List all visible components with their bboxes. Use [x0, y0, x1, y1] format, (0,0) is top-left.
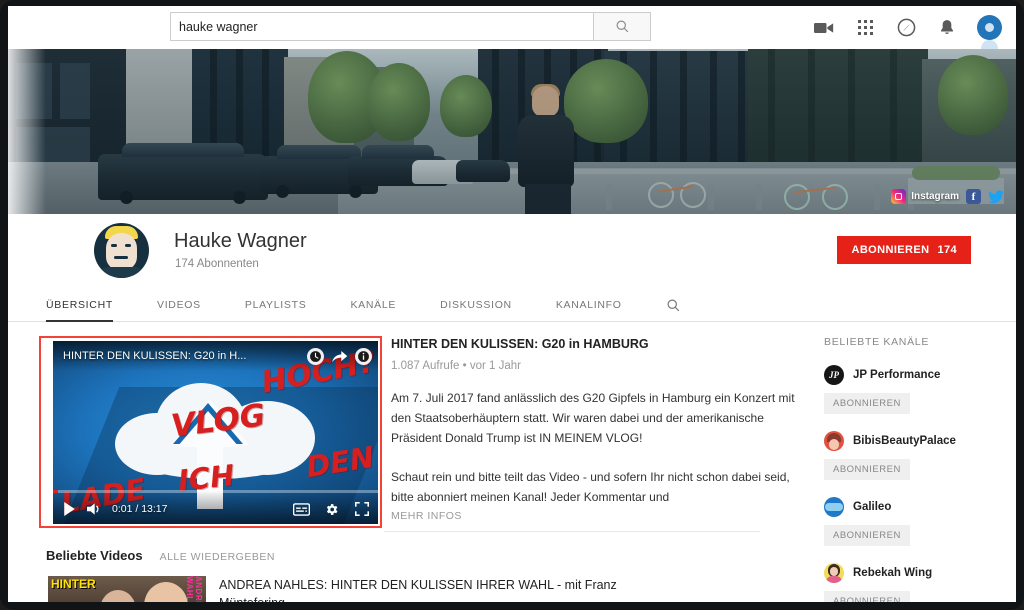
player-video-title: HINTER DEN KULISSEN: G20 in H... [63, 350, 247, 362]
player-top-bar: HINTER DEN KULISSEN: G20 in H... [53, 341, 378, 371]
volume-icon[interactable] [85, 500, 104, 519]
channel-header: Hauke Wagner 174 Abonnenten ABONNIEREN 1… [8, 214, 1016, 286]
subscribe-button[interactable]: ABONNIEREN 174 [837, 236, 971, 264]
messages-icon[interactable] [895, 17, 917, 39]
video-thumbnail[interactable]: HINTER ANDREA WAHL [48, 576, 206, 602]
sidebar: BELIEBTE KANÄLE JP JP Performance ABONNI… [808, 336, 998, 602]
watch-later-icon[interactable] [307, 347, 324, 365]
video-camera-icon[interactable] [813, 17, 835, 39]
youtube-channel-page: Instagram f Hauke Wagner 174 Abonnenten … [8, 6, 1016, 602]
sidebar-subscribe-button[interactable]: ABONNIEREN [824, 525, 910, 546]
banner-tint [8, 49, 1016, 214]
tab-videos[interactable]: VIDEOS [157, 299, 201, 321]
thumbnail-overlay-text: HINTER [51, 577, 96, 591]
subtitles-icon[interactable] [292, 500, 311, 519]
sidebar-subscribe-button[interactable]: ABONNIEREN [824, 393, 910, 414]
screenshot-frame: Instagram f Hauke Wagner 174 Abonnenten … [0, 0, 1024, 610]
sidebar-item-bibisbeautypalace: BibisBeautyPalace ABONNIEREN [824, 431, 998, 480]
subscribe-label: ABONNIEREN [851, 244, 930, 256]
channel-avatar-icon[interactable] [824, 497, 844, 517]
banner-fade [8, 49, 46, 214]
tab-playlists[interactable]: PLAYLISTS [245, 299, 307, 321]
sidebar-channel-name[interactable]: JP Performance [853, 369, 940, 381]
instagram-label: Instagram [911, 191, 959, 202]
instagram-link[interactable]: Instagram [891, 189, 959, 204]
tab-kanaele[interactable]: KANÄLE [350, 299, 396, 321]
thumbnail-side-text: ANDREA WAHL [185, 576, 203, 602]
progress-bar[interactable] [53, 490, 378, 493]
masthead [8, 6, 1016, 49]
popular-video-item: HINTER ANDREA WAHL ANDREA NAHLES: HINTER… [48, 576, 649, 602]
popular-video-title[interactable]: ANDREA NAHLES: HINTER DEN KULISSEN IHRER… [219, 576, 649, 602]
channel-search-icon[interactable] [666, 298, 681, 321]
channel-avatar-icon[interactable] [824, 563, 844, 583]
facebook-icon[interactable]: f [966, 189, 981, 204]
channel-avatar-icon[interactable]: JP [824, 365, 844, 385]
popular-videos-header: Beliebte Videos ALLE WIEDERGEBEN [46, 548, 275, 563]
subscriber-count: 174 Abonnenten [175, 258, 259, 270]
featured-info: HINTER DEN KULISSEN: G20 in HAMBURG 1.08… [378, 336, 808, 524]
featured-video-meta: 1.087 Aufrufe • vor 1 Jahr [391, 360, 521, 372]
share-icon[interactable] [331, 348, 348, 365]
subscribe-count: 174 [937, 244, 957, 256]
sidebar-heading: BELIEBTE KANÄLE [824, 336, 930, 348]
sidebar-subscribe-button[interactable]: ABONNIEREN [824, 459, 910, 480]
featured-video-description: Am 7. Juli 2017 fand anlässlich des G20 … [391, 391, 795, 504]
fullscreen-icon[interactable] [352, 500, 371, 519]
search-icon [615, 19, 630, 34]
channel-avatar[interactable] [94, 223, 149, 278]
settings-gear-icon[interactable] [322, 500, 341, 519]
masthead-icons [813, 6, 1002, 49]
tab-uebersicht[interactable]: ÜBERSICHT [46, 299, 113, 322]
search-area [170, 12, 651, 41]
featured-video: HOCH? VLOG DEN ICH LADE HINTER DEN KULIS… [46, 336, 808, 524]
play-icon[interactable] [60, 500, 79, 519]
player-right-controls [292, 500, 371, 519]
search-button[interactable] [594, 12, 651, 41]
twitter-icon[interactable] [988, 189, 1004, 204]
main-content: HOCH? VLOG DEN ICH LADE HINTER DEN KULIS… [8, 322, 1016, 602]
popular-videos-title: Beliebte Videos [46, 548, 143, 563]
left-column: HOCH? VLOG DEN ICH LADE HINTER DEN KULIS… [8, 336, 808, 602]
instagram-icon [891, 189, 907, 204]
section-divider [384, 531, 760, 532]
video-player[interactable]: HOCH? VLOG DEN ICH LADE HINTER DEN KULIS… [53, 341, 378, 524]
sidebar-item-rebekah-wing: Rebekah Wing ABONNIEREN [824, 563, 998, 602]
play-all-link[interactable]: ALLE WIEDERGEBEN [160, 551, 275, 563]
more-info-link[interactable]: MEHR INFOS [391, 510, 808, 522]
search-input[interactable] [170, 12, 594, 41]
channel-tabs: ÜBERSICHT VIDEOS PLAYLISTS KANÄLE DISKUS… [8, 286, 1016, 322]
tab-diskussion[interactable]: DISKUSSION [440, 299, 512, 321]
player-controls: 0:01 / 13:17 [53, 490, 378, 524]
sidebar-channel-name[interactable]: BibisBeautyPalace [853, 435, 956, 447]
sidebar-item-galileo: Galileo ABONNIEREN [824, 497, 998, 546]
sidebar-channel-name[interactable]: Galileo [853, 501, 891, 513]
apps-grid-icon[interactable] [854, 17, 876, 39]
sidebar-item-jp-performance: JP JP Performance ABONNIEREN [824, 365, 998, 414]
info-icon[interactable] [355, 347, 372, 365]
sidebar-subscribe-button[interactable]: ABONNIEREN [824, 591, 910, 602]
sidebar-channel-name[interactable]: Rebekah Wing [853, 567, 932, 579]
channel-banner: Instagram f [8, 49, 1016, 214]
time-display: 0:01 / 13:17 [112, 503, 168, 515]
social-links: Instagram f [891, 189, 1004, 204]
bell-icon[interactable] [936, 17, 958, 39]
page-title: Hauke Wagner [174, 230, 307, 252]
tab-kanalinfo[interactable]: KANALINFO [556, 299, 622, 321]
avatar[interactable] [977, 15, 1002, 49]
channel-avatar-icon[interactable] [824, 431, 844, 451]
featured-video-title[interactable]: HINTER DEN KULISSEN: G20 in HAMBURG [391, 337, 808, 351]
